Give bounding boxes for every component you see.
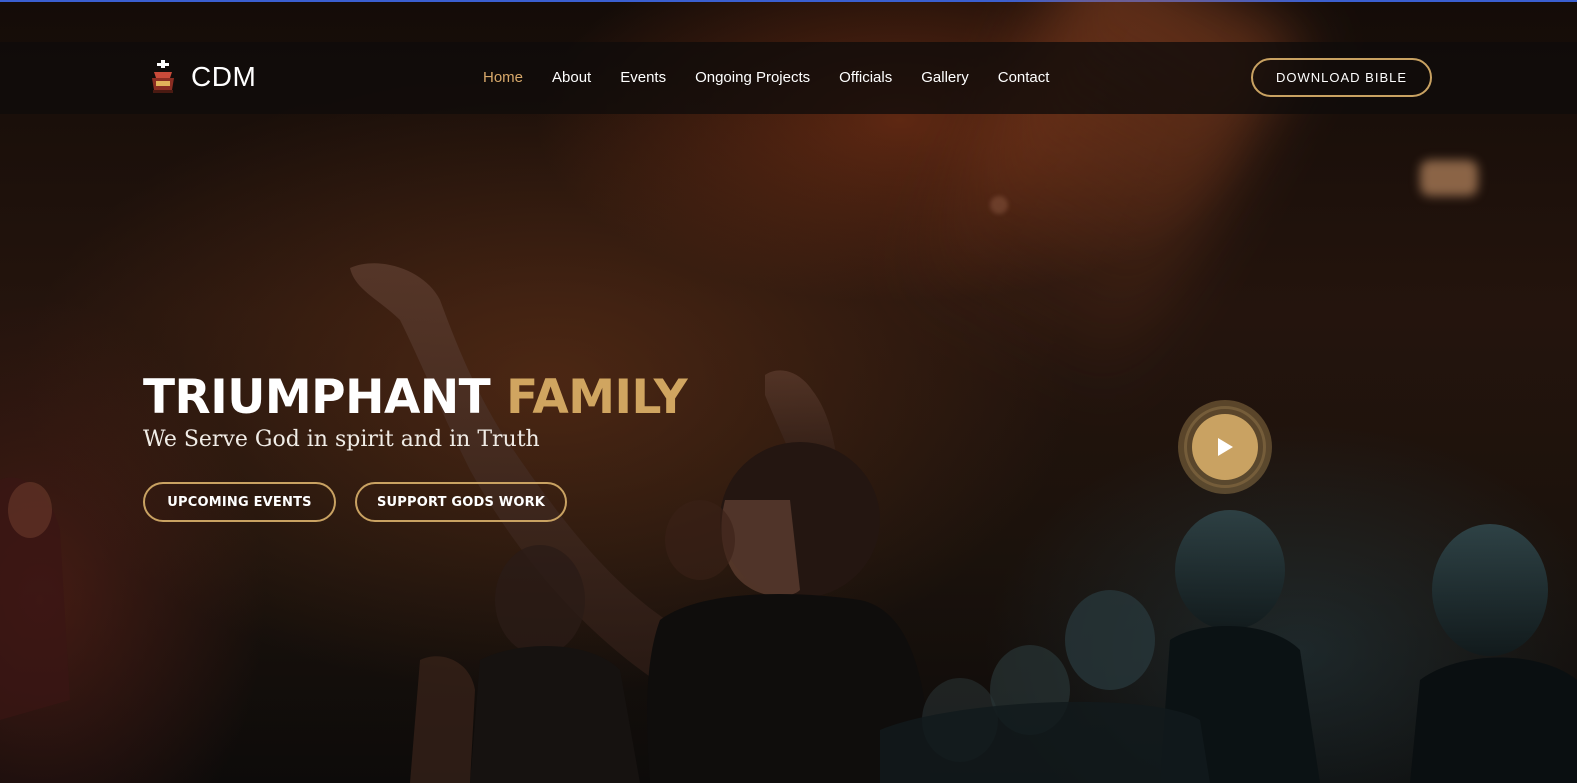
main-nav: Home About Events Ongoing Projects Offic… <box>483 68 1049 88</box>
crowd-head-1 <box>1175 510 1285 630</box>
church-logo-icon[interactable] <box>150 60 176 94</box>
crowd-body-3 <box>470 646 640 783</box>
nav-item-home[interactable]: Home <box>483 68 523 88</box>
play-ring <box>1184 406 1266 488</box>
play-icon <box>1218 438 1233 456</box>
hero-title-accent: FAMILY <box>506 370 688 425</box>
crowd-hand-2 <box>410 656 475 783</box>
logo-text[interactable]: CDM <box>191 60 256 94</box>
hero-title-main: TRIUMPHANT <box>143 370 491 425</box>
hero-title: TRIUMPHANT FAMILY <box>143 370 688 426</box>
hero-subtitle: We Serve God in spirit and in Truth <box>143 427 540 452</box>
crowd-head-3 <box>1065 590 1155 690</box>
nav-item-contact[interactable]: Contact <box>998 68 1050 88</box>
nav-item-officials[interactable]: Officials <box>839 68 892 88</box>
hero-section: CDM Home About Events Ongoing Projects O… <box>0 0 1577 783</box>
nav-item-ongoing-projects[interactable]: Ongoing Projects <box>695 68 810 88</box>
play-video-button[interactable] <box>1178 400 1272 494</box>
crowd-body-2 <box>1410 657 1577 783</box>
nav-item-gallery[interactable]: Gallery <box>921 68 969 88</box>
play-core <box>1192 414 1258 480</box>
nav-item-events[interactable]: Events <box>620 68 666 88</box>
support-gods-work-button[interactable]: SUPPORT GODS WORK <box>355 482 567 522</box>
crowd-head-8 <box>8 482 52 538</box>
crowd-head-2 <box>1432 524 1548 656</box>
crowd-head-6 <box>495 545 585 655</box>
nav-item-about[interactable]: About <box>552 68 591 88</box>
crowd-head-7 <box>665 500 735 580</box>
upcoming-events-button[interactable]: UPCOMING EVENTS <box>143 482 336 522</box>
download-bible-button[interactable]: DOWNLOAD BIBLE <box>1251 58 1432 97</box>
